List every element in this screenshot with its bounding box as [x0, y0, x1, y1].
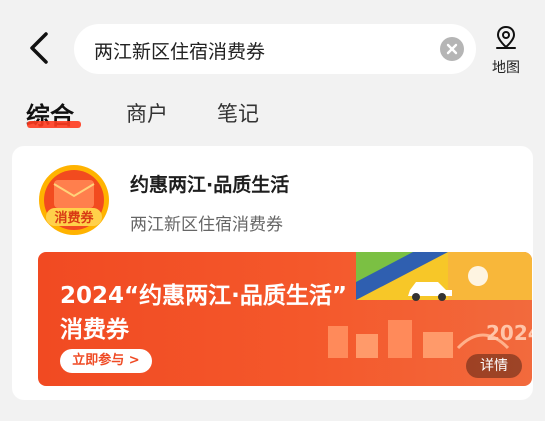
search-input[interactable]: 两江新区住宿消费券 — [74, 24, 476, 74]
tab-merchants[interactable]: 商户 — [126, 98, 168, 128]
clear-search-icon[interactable] — [440, 37, 464, 61]
details-button[interactable]: 详情 — [466, 354, 522, 378]
logo-text: 消费券 — [54, 210, 94, 226]
banner-subtitle: 消费券 — [60, 317, 129, 343]
map-pin-icon — [496, 25, 516, 49]
coupon-logo-icon: 消费券 — [39, 165, 109, 235]
map-button[interactable]: 地图 — [484, 24, 528, 76]
search-query-text: 两江新区住宿消费券 — [94, 41, 266, 63]
result-title[interactable]: 约惠两江·品质生活 — [130, 170, 289, 197]
result-subtitle: 两江新区住宿消费券 — [130, 215, 283, 235]
promo-banner[interactable]: 2024 2024“约惠两江·品质生活” 消费券 立即参与 > 详情 — [38, 252, 532, 386]
active-tab-indicator — [27, 121, 81, 128]
tab-notes[interactable]: 笔记 — [217, 98, 259, 128]
map-label: 地图 — [492, 60, 520, 76]
svg-text:2024: 2024 — [486, 321, 532, 345]
top-bar: 两江新区住宿消费券 地图 综合 商户 笔记 — [0, 0, 545, 145]
result-card[interactable]: 消费券 约惠两江·品质生活 两江新区住宿消费券 2024 2024“约惠两江·品… — [12, 146, 533, 400]
banner-title: 2024“约惠两江·品质生活” — [60, 283, 347, 309]
join-now-button[interactable]: 立即参与 > — [60, 349, 152, 373]
back-arrow-icon[interactable] — [22, 28, 58, 68]
